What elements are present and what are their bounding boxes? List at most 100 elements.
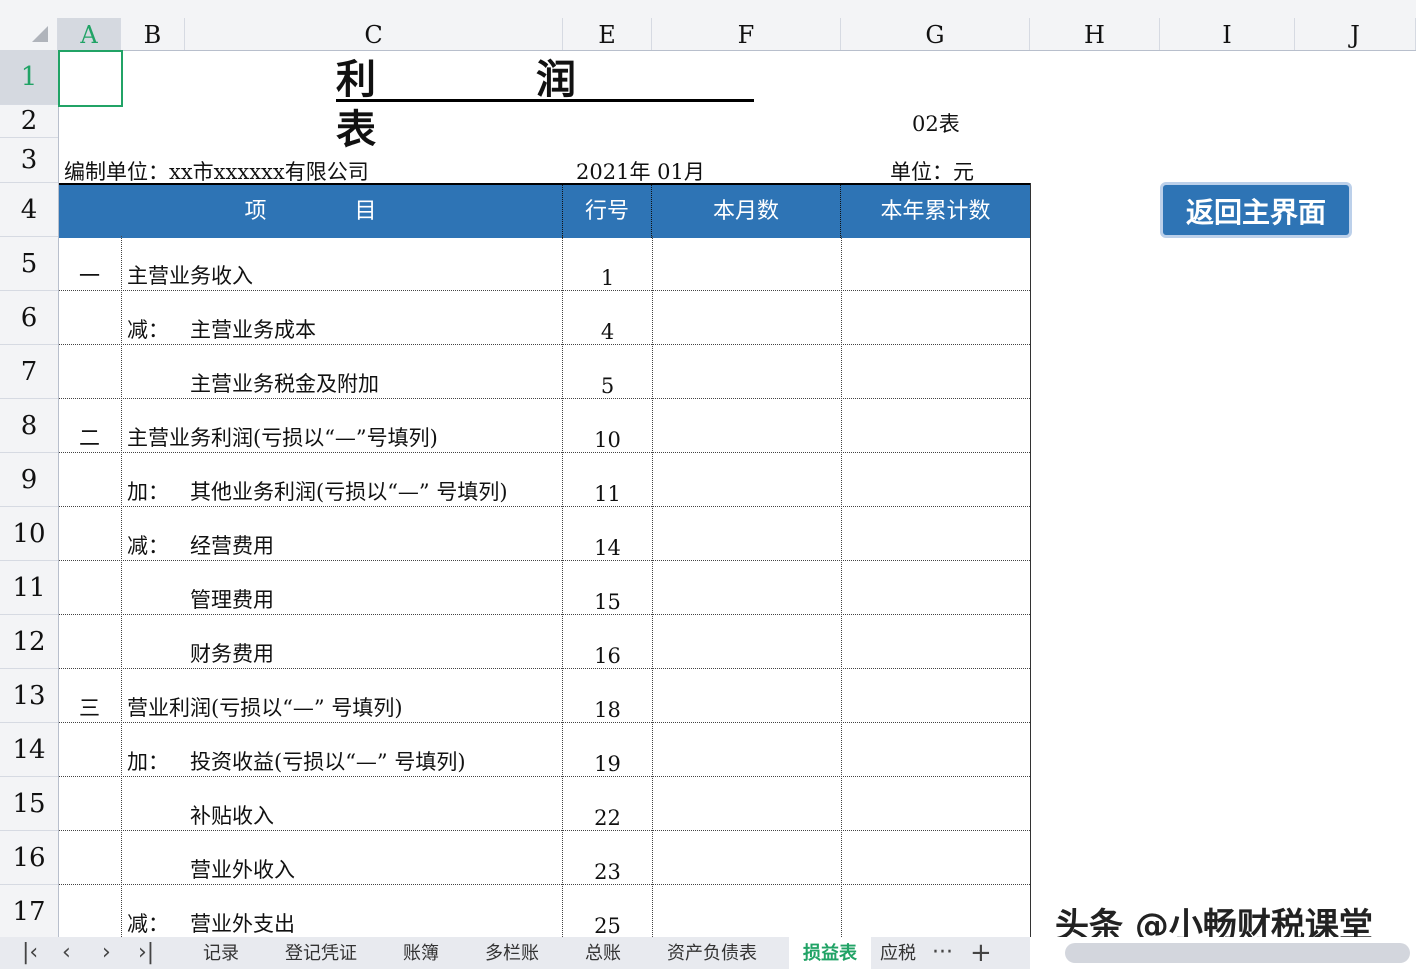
row-header-7[interactable]: 7 [0, 345, 58, 399]
select-all-corner[interactable] [0, 18, 58, 50]
row-header-15[interactable]: 15 [0, 777, 58, 831]
month-cell[interactable] [652, 453, 841, 506]
year-cell[interactable] [841, 561, 1030, 614]
col-header-e[interactable]: E [563, 18, 652, 50]
add-sheet-button[interactable]: + [970, 937, 992, 969]
month-cell[interactable] [652, 507, 841, 560]
next-sheet-icon[interactable]: › [102, 937, 111, 969]
item-label: 主营业务利润(亏损以“—”号填列) [127, 426, 438, 450]
more-sheets-button[interactable]: ··· [932, 937, 953, 969]
row-header-5[interactable]: 5 [0, 237, 58, 291]
item-prefix: 减： [127, 912, 169, 936]
month-cell[interactable] [652, 345, 841, 398]
company-label: 编制单位：xx市xxxxxx有限公司 [64, 160, 369, 184]
col-header-c[interactable]: C [185, 18, 563, 50]
item-prefix: 减： [127, 318, 169, 342]
line-number: 4 [600, 320, 615, 344]
table-header: 项 目 行号 本月数 本年累计数 [59, 183, 1030, 238]
month-cell[interactable] [652, 615, 841, 668]
row-header-6[interactable]: 6 [0, 291, 58, 345]
row-header-9[interactable]: 9 [0, 453, 58, 507]
item-label: 投资收益(亏损以“—” 号填列) [190, 750, 466, 774]
first-sheet-icon[interactable]: |‹ [22, 937, 38, 969]
line-number: 19 [594, 752, 621, 776]
sheet-tab[interactable]: 损益表 [789, 937, 871, 969]
row-header-12[interactable]: 12 [0, 615, 58, 669]
month-cell[interactable] [652, 831, 841, 884]
col-header-h[interactable]: H [1030, 18, 1160, 50]
item-prefix: 加： [127, 480, 169, 504]
col-header-f[interactable]: F [652, 18, 841, 50]
year-cell[interactable] [841, 723, 1030, 776]
year-cell[interactable] [841, 669, 1030, 722]
item-prefix: 加： [127, 750, 169, 774]
item-number: 二 [79, 426, 100, 450]
item-label: 主营业务税金及附加 [190, 372, 379, 396]
row-header-10[interactable]: 10 [0, 507, 58, 561]
row-header-13[interactable]: 13 [0, 669, 58, 723]
col-header-i[interactable]: I [1160, 18, 1295, 50]
row-header-4[interactable]: 4 [0, 183, 58, 237]
month-cell[interactable] [652, 885, 841, 938]
row-header-11[interactable]: 11 [0, 561, 58, 615]
last-sheet-icon[interactable]: ›| [138, 937, 154, 969]
year-cell[interactable] [841, 831, 1030, 884]
horizontal-scrollbar[interactable] [1065, 943, 1410, 963]
sheet-tab[interactable]: 资产负债表 [667, 937, 757, 969]
sheet-tab[interactable]: 记录 [203, 937, 239, 969]
header-item: 项 目 [59, 185, 563, 238]
row-header-16[interactable]: 16 [0, 831, 58, 885]
sheet-title: 利 润 表 [336, 55, 754, 153]
sheet-tab-bar: |‹ ‹ › ›| 记录 登记凭证 账簿 多栏账 总账 资产负债表 损益表 应税 ··· + [0, 937, 1416, 969]
table-row: 营业外收入 23 [59, 831, 1030, 885]
sheet-tab[interactable]: 登记凭证 [285, 937, 357, 969]
horizontal-scroll-area [1030, 937, 1416, 969]
line-number: 18 [594, 698, 621, 722]
row-header-8[interactable]: 8 [0, 399, 58, 453]
item-label: 营业外收入 [190, 858, 295, 882]
item-label: 其他业务利润(亏损以“—” 号填列) [190, 480, 508, 504]
col-header-b[interactable]: B [121, 18, 185, 50]
row-header-3[interactable]: 3 [0, 138, 58, 183]
month-cell[interactable] [652, 237, 841, 290]
year-cell[interactable] [841, 885, 1030, 938]
row-header-2[interactable]: 2 [0, 105, 58, 138]
col-header-a[interactable]: A [58, 18, 121, 50]
month-cell[interactable] [652, 291, 841, 344]
prev-sheet-icon[interactable]: ‹ [62, 937, 71, 969]
col-header-g[interactable]: G [841, 18, 1030, 50]
grid-line [562, 236, 563, 937]
item-label: 主营业务成本 [190, 318, 316, 342]
month-cell[interactable] [652, 669, 841, 722]
line-number: 23 [594, 860, 621, 884]
year-cell[interactable] [841, 507, 1030, 560]
line-number: 1 [600, 266, 615, 290]
table-row: 补贴收入 22 [59, 777, 1030, 831]
year-cell[interactable] [841, 777, 1030, 830]
month-cell[interactable] [652, 399, 841, 452]
month-cell[interactable] [652, 561, 841, 614]
return-main-button[interactable]: 返回主界面 [1160, 182, 1352, 238]
row-header-17[interactable]: 17 [0, 885, 58, 939]
year-cell[interactable] [841, 345, 1030, 398]
row-header-14[interactable]: 14 [0, 723, 58, 777]
item-label: 营业外支出 [190, 912, 295, 936]
col-header-j[interactable]: J [1295, 18, 1416, 50]
year-cell[interactable] [841, 399, 1030, 452]
table-right-border [1030, 183, 1031, 937]
year-cell[interactable] [841, 291, 1030, 344]
month-cell[interactable] [652, 777, 841, 830]
sheet-tab[interactable]: 多栏账 [485, 937, 539, 969]
sheet-tab[interactable]: 账簿 [403, 937, 439, 969]
sheet-tab[interactable]: 应税 [880, 937, 916, 969]
grid-line [652, 236, 653, 937]
table-row: 减： 营业外支出 25 [59, 885, 1030, 939]
active-cell-a1[interactable] [58, 50, 123, 107]
year-cell[interactable] [841, 615, 1030, 668]
row-header-1[interactable]: 1 [0, 50, 58, 105]
year-cell[interactable] [841, 237, 1030, 290]
period-label: 2021年 01月 [576, 160, 705, 184]
year-cell[interactable] [841, 453, 1030, 506]
month-cell[interactable] [652, 723, 841, 776]
sheet-tab[interactable]: 总账 [585, 937, 621, 969]
